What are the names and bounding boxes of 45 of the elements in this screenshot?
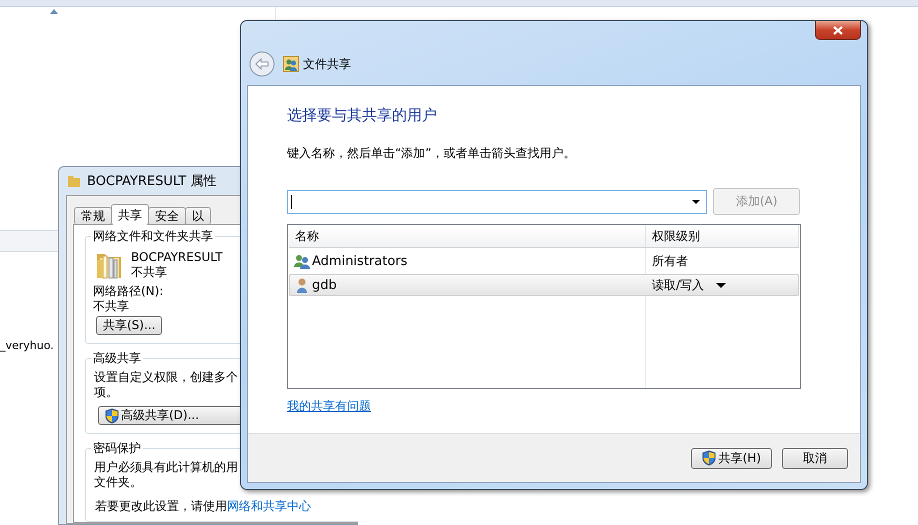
note-text: 若要更改此设置，请使用: [95, 499, 227, 513]
window-title: BOCPAYRESULT 属性: [87, 173, 216, 190]
share-button[interactable]: 共享(S)...: [96, 316, 162, 335]
description-text: 用户必须具有此计算机的用: [94, 460, 238, 475]
permission-level: 读取/写入: [652, 276, 704, 294]
users-icon: [283, 56, 299, 72]
network-path-label: 网络路径(N):: [93, 284, 164, 299]
group-heading: 网络文件和文件夹共享: [91, 229, 215, 244]
sort-arrow-icon: [50, 9, 58, 14]
dialog-button[interactable]: 取消: [782, 448, 848, 468]
folder-name: BOCPAYRESULT: [131, 250, 223, 265]
back-button[interactable]: [249, 51, 275, 77]
tab[interactable]: 安全: [148, 207, 186, 225]
share-status: 不共享: [131, 265, 167, 280]
group-heading: 密码保护: [91, 441, 143, 456]
group-heading: 高级共享: [91, 351, 143, 366]
description-text: 项。: [94, 385, 118, 400]
file-name[interactable]: _veryhuo.: [0, 339, 54, 352]
user-name: Administrators: [312, 254, 408, 268]
column-header[interactable]: 权限级别: [646, 226, 799, 247]
shield-icon: [105, 408, 119, 424]
column-header[interactable]: 名称: [289, 226, 646, 247]
description-text: 设置自定义权限，创建多个: [94, 370, 238, 385]
tab[interactable]: 常规: [74, 207, 112, 225]
dialog-button[interactable]: 共享(H): [690, 448, 772, 468]
user-name: gdb: [312, 278, 337, 292]
description-text: 文件夹。: [94, 475, 142, 490]
window-title: 文件共享: [303, 56, 351, 72]
user-icon: [294, 277, 310, 293]
dropdown-arrow-icon: [692, 200, 700, 204]
tab[interactable]: 共享: [111, 204, 149, 225]
network-sharing-center-link[interactable]: 网络和共享中心: [227, 499, 311, 513]
tab[interactable]: 以: [185, 207, 211, 225]
folder-icon: [67, 174, 81, 188]
dialog-heading: 选择要与其共享的用户: [287, 106, 438, 125]
user-row[interactable]: Administrators 所有者: [289, 250, 799, 272]
permission-level: 所有者: [652, 252, 688, 270]
help-link[interactable]: 我的共享有问题: [287, 398, 371, 415]
network-path-value: 不共享: [93, 299, 129, 314]
close-icon: [833, 26, 843, 34]
close-button[interactable]: [815, 21, 861, 40]
user-name-combobox[interactable]: [287, 190, 708, 214]
instruction-text: 键入名称，然后单击“添加”，或者单击箭头查找用户。: [287, 145, 576, 162]
user-row[interactable]: gdb 读取/写入: [289, 274, 799, 296]
users-icon: [294, 253, 310, 269]
